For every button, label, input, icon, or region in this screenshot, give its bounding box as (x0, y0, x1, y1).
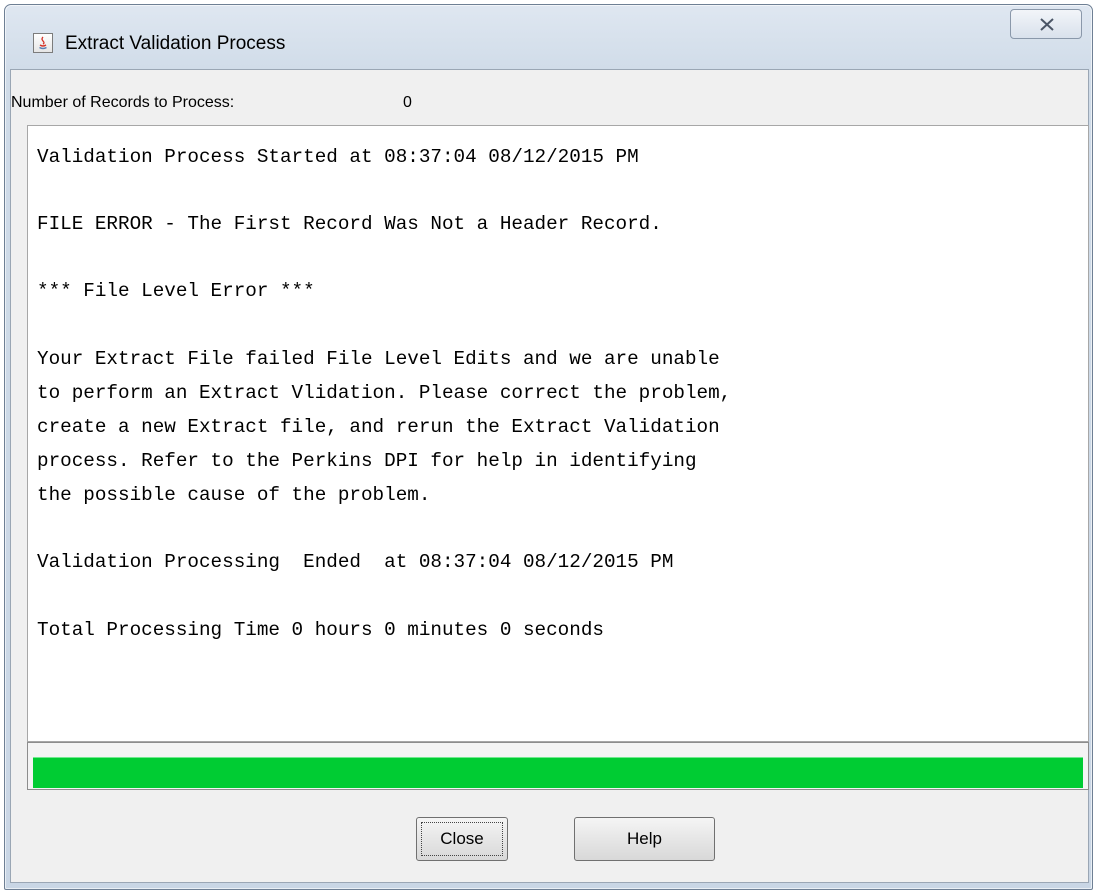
log-line: to perform an Extract Vlidation. Please … (37, 382, 732, 404)
log-line: Total Processing Time 0 hours 0 minutes … (37, 619, 604, 641)
records-bar: Number of Records to Process: 0 (11, 70, 1088, 124)
close-button[interactable]: Close (416, 817, 508, 861)
close-button-label: Close (440, 829, 484, 848)
log-line: Validation Processing Ended at 08:37:04 … (37, 551, 674, 573)
progress-bar (27, 742, 1089, 790)
validation-log-textarea[interactable]: Validation Process Started at 08:37:04 0… (27, 125, 1089, 742)
close-x-icon (1040, 18, 1054, 31)
dialog-content: Number of Records to Process: 0 Validati… (10, 69, 1089, 883)
records-count: 0 (403, 94, 412, 111)
records-label: Number of Records to Process: (11, 94, 235, 111)
window-title: Extract Validation Process (65, 33, 286, 54)
progress-fill (33, 757, 1083, 788)
window-close-button[interactable] (1010, 9, 1082, 39)
log-line: Validation Process Started at 08:37:04 0… (37, 146, 639, 168)
help-button[interactable]: Help (574, 817, 715, 861)
log-line: the possible cause of the problem. (37, 484, 431, 506)
log-line: Your Extract File failed File Level Edit… (37, 348, 720, 370)
help-button-label: Help (627, 829, 662, 848)
java-icon[interactable] (33, 33, 53, 53)
log-line: create a new Extract file, and rerun the… (37, 416, 720, 438)
log-line: process. Refer to the Perkins DPI for he… (37, 450, 697, 472)
log-line: *** File Level Error *** (37, 280, 315, 302)
title-bar[interactable]: Extract Validation Process (5, 5, 1092, 69)
log-line: FILE ERROR - The First Record Was Not a … (37, 213, 662, 235)
extract-validation-window: Extract Validation Process Number of Rec… (4, 4, 1093, 890)
